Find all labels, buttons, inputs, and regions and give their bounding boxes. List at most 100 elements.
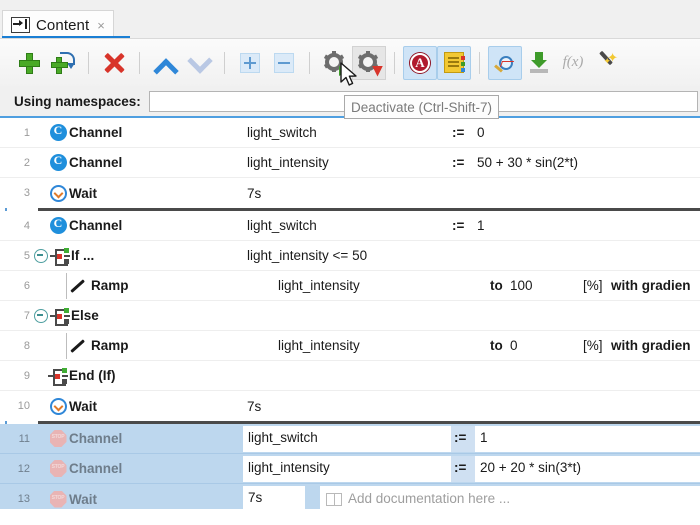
chevron-up-icon bbox=[154, 54, 176, 72]
table-row[interactable]: 9 End (If) bbox=[0, 361, 700, 391]
row-label: If ... bbox=[71, 248, 95, 263]
chevron-down-icon bbox=[188, 54, 210, 72]
wizard-button[interactable]: ✦ ✦ bbox=[590, 46, 624, 80]
row-duration: 7s bbox=[247, 398, 262, 414]
table-row[interactable]: 4 Channel light_switch := 1 bbox=[0, 211, 700, 241]
documentation-field[interactable]: Add documentation here ... bbox=[320, 486, 700, 511]
namespaces-label: Using namespaces: bbox=[14, 93, 141, 109]
table-row[interactable]: 5 If ... light_intensity <= 50 bbox=[0, 241, 700, 271]
ramp-unit: [%] bbox=[583, 338, 603, 353]
row-label: Ramp bbox=[91, 338, 129, 353]
ramp-to-label: to bbox=[490, 278, 503, 293]
annotation-button[interactable]: A bbox=[403, 45, 437, 80]
row-duration: 7s bbox=[247, 185, 262, 201]
row-condition: light_intensity <= 50 bbox=[247, 248, 368, 263]
import-button[interactable] bbox=[522, 46, 556, 80]
tab-title: Content bbox=[36, 16, 90, 34]
tab-strip: Content × bbox=[0, 0, 700, 39]
book-icon bbox=[326, 493, 342, 506]
assign-operator-cell: := bbox=[451, 426, 475, 452]
download-arrow-icon bbox=[529, 52, 549, 73]
box-plus-icon bbox=[240, 52, 260, 73]
insert-step-button[interactable] bbox=[46, 46, 80, 80]
table-row[interactable]: 12 Channel light_intensity := 20 + 20 * … bbox=[0, 454, 700, 484]
table-row[interactable]: 13 Wait 7s Add documentation here ... bbox=[0, 484, 700, 511]
row-target: light_intensity bbox=[278, 278, 360, 293]
function-button[interactable]: f(x) bbox=[556, 46, 590, 80]
green-plus-arrow-icon bbox=[51, 51, 75, 74]
table-row[interactable]: 2 Channel light_intensity := 50 + 30 * s… bbox=[0, 148, 700, 178]
ramp-to-value: 0 bbox=[510, 338, 518, 353]
expand-all-button[interactable] bbox=[233, 46, 267, 80]
toolbar-divider-5 bbox=[394, 51, 395, 74]
row-value: 1 bbox=[477, 218, 485, 233]
table-row[interactable]: 11 Channel light_switch := 1 bbox=[0, 424, 700, 454]
row-label: Else bbox=[71, 308, 99, 323]
toolbar-divider-3 bbox=[224, 51, 225, 74]
move-down-button[interactable] bbox=[182, 46, 216, 80]
toolbar-divider-2 bbox=[139, 51, 140, 74]
red-x-icon bbox=[103, 52, 125, 74]
channel-icon bbox=[47, 216, 69, 234]
ramp-gradient-label: with gradien bbox=[611, 278, 691, 293]
target-field[interactable]: light_switch bbox=[243, 426, 451, 452]
table-row[interactable]: 3 Wait 7s bbox=[0, 178, 700, 208]
table-row[interactable]: 1 Channel light_switch := 0 bbox=[0, 118, 700, 148]
tab-content[interactable]: Content × bbox=[2, 10, 114, 39]
ramp-gradient-label: with gradien bbox=[611, 338, 691, 353]
assign-operator: := bbox=[452, 125, 465, 140]
close-icon[interactable]: × bbox=[97, 19, 105, 32]
wait-icon bbox=[47, 184, 69, 202]
nesting-guide bbox=[66, 333, 67, 359]
table-row[interactable]: 6 Ramp light_intensity to 100 [%] with g… bbox=[0, 271, 700, 301]
row-label: Channel bbox=[69, 431, 123, 446]
value-field[interactable]: 20 + 20 * sin(3*t) bbox=[475, 456, 700, 482]
row-target: light_intensity bbox=[278, 338, 360, 353]
row-value: 0 bbox=[477, 125, 485, 140]
duration-field-value: 7s bbox=[248, 490, 263, 505]
ramp-unit: [%] bbox=[583, 278, 603, 293]
branch-icon bbox=[49, 307, 71, 326]
list-bottom-filler bbox=[0, 509, 700, 525]
table-row[interactable]: 10 Wait 7s bbox=[0, 391, 700, 421]
table-row[interactable]: 8 Ramp light_intensity to 0 [%] with gra… bbox=[0, 331, 700, 361]
inspect-signal-button[interactable] bbox=[488, 45, 522, 80]
collapse-toggle-icon[interactable] bbox=[34, 308, 48, 323]
row-number: 12 bbox=[17, 462, 30, 475]
move-up-button[interactable] bbox=[148, 46, 182, 80]
gear-red-flag-icon bbox=[357, 51, 383, 77]
notebook-button[interactable] bbox=[437, 45, 471, 80]
table-row[interactable]: 7 Else bbox=[0, 301, 700, 331]
channel-icon bbox=[47, 123, 69, 141]
ramp-icon bbox=[69, 278, 91, 294]
ramp-to-label: to bbox=[490, 338, 503, 353]
duration-field[interactable]: 7s bbox=[243, 486, 305, 511]
target-field[interactable]: light_intensity bbox=[243, 456, 451, 482]
row-number: 9 bbox=[23, 369, 30, 382]
value-field[interactable]: 1 bbox=[475, 426, 700, 452]
green-plus-icon bbox=[18, 52, 40, 74]
circle-a-icon: A bbox=[410, 52, 430, 73]
row-number: 2 bbox=[23, 156, 30, 169]
row-value: 50 + 30 * sin(2*t) bbox=[477, 155, 578, 170]
row-number: 10 bbox=[17, 400, 30, 412]
channel-icon bbox=[47, 153, 69, 171]
collapse-all-button[interactable] bbox=[267, 46, 301, 80]
toolbar-divider-1 bbox=[88, 51, 89, 74]
fx-icon: f(x) bbox=[562, 54, 584, 70]
notebook-icon bbox=[444, 52, 465, 73]
add-step-button[interactable] bbox=[12, 46, 46, 80]
row-label: End (If) bbox=[69, 368, 116, 383]
magnifier-pulse-icon bbox=[494, 52, 516, 74]
value-field-value: 1 bbox=[480, 430, 488, 445]
row-target: light_intensity bbox=[247, 155, 329, 170]
row-label: Wait bbox=[69, 185, 97, 201]
sequence-list: 1 Channel light_switch := 0 2 Channel li… bbox=[0, 116, 700, 511]
value-field-value: 20 + 20 * sin(3*t) bbox=[480, 460, 581, 475]
collapse-toggle-icon[interactable] bbox=[34, 248, 48, 263]
documentation-placeholder: Add documentation here ... bbox=[348, 491, 511, 506]
delete-step-button[interactable] bbox=[97, 46, 131, 80]
row-label: Channel bbox=[69, 125, 123, 140]
stop-icon bbox=[47, 490, 69, 508]
row-number: 5 bbox=[23, 249, 30, 262]
